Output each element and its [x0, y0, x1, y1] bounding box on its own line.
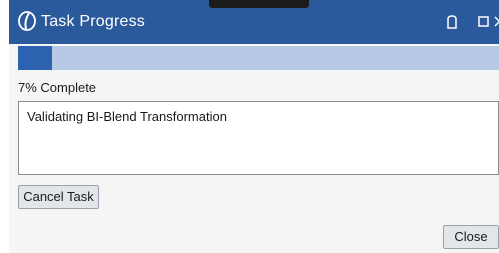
window-title: Task Progress — [41, 13, 145, 30]
camera-notch — [209, 0, 309, 8]
window-left-edge — [0, 0, 9, 253]
close-button[interactable]: Close — [443, 225, 499, 249]
close-icon[interactable] — [493, 13, 499, 31]
restore-icon[interactable] — [443, 13, 461, 31]
progress-bar-fill — [18, 46, 52, 70]
progress-bar — [18, 46, 499, 70]
task-progress-window: Task Progress 7% Complete Validating BI-… — [0, 0, 499, 253]
status-message-box: Validating BI-Blend Transformation — [18, 101, 499, 175]
cancel-task-button[interactable]: Cancel Task — [18, 185, 99, 209]
title-bar[interactable]: Task Progress — [9, 0, 499, 44]
status-message-text: Validating BI-Blend Transformation — [27, 109, 227, 124]
brand-logo-icon — [17, 10, 37, 32]
progress-percent-label: 7% Complete — [18, 80, 97, 95]
